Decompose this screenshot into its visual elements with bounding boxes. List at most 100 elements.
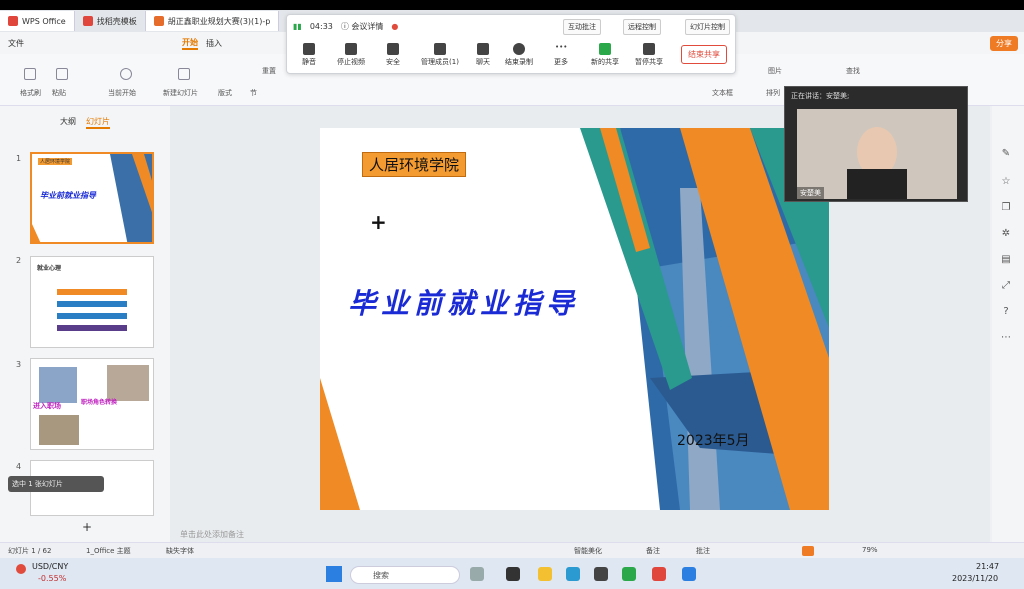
- tool-label: 聊天: [476, 58, 490, 66]
- wps-window: WPS Office 找稻壳模板 胡正鑫职业规划大赛(3)(1)-p 文件 开始…: [0, 10, 1024, 589]
- tab-slides[interactable]: 幻灯片: [86, 116, 110, 129]
- slide-date: 2023年5月: [677, 433, 750, 449]
- ppt-icon: [153, 16, 164, 26]
- slide-control-button[interactable]: 幻灯片控制: [685, 19, 730, 35]
- paste-button[interactable]: 粘贴: [52, 88, 66, 98]
- zoom-level[interactable]: 79%: [862, 546, 878, 554]
- slide-thumb-3[interactable]: 进入职场 职场角色转换: [30, 358, 154, 450]
- current-start-button[interactable]: 当前开始: [108, 88, 136, 98]
- clock-date: 2023/11/20: [952, 574, 999, 583]
- comment-button[interactable]: 批注: [696, 546, 710, 556]
- more-button[interactable]: ••• 更多: [541, 43, 581, 67]
- pause-icon: [643, 43, 655, 55]
- more-icon: •••: [555, 43, 568, 51]
- star-icon[interactable]: ☆: [1000, 176, 1012, 188]
- play-slideshow-icon[interactable]: [802, 546, 814, 556]
- new-share-button[interactable]: 新的共享: [585, 43, 625, 67]
- meeting-toolbar: ▮▮ 04:33 ⓘ 会议详情 ● 互动批注 远程控制 幻灯片控制 静音 停止视…: [286, 14, 736, 74]
- meeting-timer: 04:33: [309, 22, 333, 31]
- store-icon[interactable]: [594, 567, 608, 581]
- ticker-change: -0.55%: [38, 574, 67, 583]
- brush-icon: [24, 68, 36, 80]
- wechat-icon[interactable]: [622, 567, 636, 581]
- arrange-button[interactable]: 排列: [766, 88, 780, 98]
- stop-video-button[interactable]: 停止视频: [331, 43, 371, 67]
- wps-logo-icon: [8, 16, 18, 26]
- tab-document[interactable]: 胡正鑫职业规划大赛(3)(1)-p: [145, 11, 280, 31]
- beautify-button[interactable]: 智能美化: [574, 546, 602, 556]
- tool-label: 管理成员(1): [421, 58, 459, 66]
- wps-taskbar-icon[interactable]: [652, 567, 666, 581]
- tool-label: 暂停共享: [635, 58, 663, 66]
- share-button[interactable]: 分享: [990, 36, 1018, 51]
- menu-insert[interactable]: 插入: [206, 38, 222, 49]
- thumb-bar: [57, 313, 127, 319]
- menu-file[interactable]: 文件: [8, 38, 24, 49]
- slide-canvas[interactable]: 人居环境学院 毕业前就业指导 2023年5月: [320, 128, 829, 510]
- participant-name: 安楚美: [797, 187, 824, 199]
- notes-placeholder[interactable]: 单击此处添加备注: [180, 529, 244, 540]
- tool-label: 停止视频: [337, 58, 365, 66]
- notification-icon: [16, 564, 26, 574]
- taskbar: USD/CNY -0.55% 搜索 21:47 2023/11/20: [0, 558, 1024, 589]
- chat-button[interactable]: 聊天: [463, 43, 503, 67]
- help-icon[interactable]: ?: [1000, 306, 1012, 318]
- tools-icon[interactable]: ✲: [1000, 228, 1012, 240]
- reset-button[interactable]: 重置: [262, 66, 276, 76]
- search-box[interactable]: 搜索: [350, 566, 460, 584]
- new-slide-button[interactable]: 新建幻灯片: [163, 88, 198, 98]
- layout-button[interactable]: 版式: [218, 88, 232, 98]
- slide-thumb-1[interactable]: 毕业前就业指导 人居环境学院: [30, 152, 154, 244]
- template-icon: [82, 16, 93, 26]
- pause-share-button[interactable]: 暂停共享: [629, 43, 669, 67]
- app-icon[interactable]: [506, 567, 520, 581]
- tab-label: WPS Office: [22, 16, 66, 26]
- security-button[interactable]: 安全: [373, 43, 413, 67]
- tab-template[interactable]: 找稻壳模板: [75, 11, 146, 31]
- tab-wps-office[interactable]: WPS Office: [0, 11, 75, 31]
- add-slide-button[interactable]: +: [82, 520, 92, 534]
- section-button[interactable]: 节: [250, 88, 257, 98]
- thumb-bar: [57, 289, 127, 295]
- end-recording-button[interactable]: 结束录制: [499, 43, 539, 67]
- folder-icon[interactable]: [538, 567, 552, 581]
- mute-button[interactable]: 静音: [289, 43, 329, 67]
- manage-members-button[interactable]: 管理成员(1): [417, 43, 463, 67]
- chat-icon: [477, 43, 489, 55]
- resize-icon[interactable]: ⤢: [1000, 280, 1012, 292]
- tool-label: 结束录制: [505, 58, 533, 66]
- thumb-bar: [57, 325, 127, 331]
- end-share-button[interactable]: 结束共享: [681, 45, 727, 64]
- theme-label[interactable]: 1_Office 主题: [86, 546, 131, 556]
- meeting-taskbar-icon[interactable]: [682, 567, 696, 581]
- ticker-label[interactable]: USD/CNY: [32, 562, 68, 571]
- format-icon[interactable]: ✎: [1000, 148, 1012, 160]
- tab-outline[interactable]: 大纲: [60, 116, 76, 127]
- thumb-tag: 人居环境学院: [38, 158, 73, 165]
- interact-annotate-button[interactable]: 互动批注: [563, 19, 601, 35]
- edge-icon[interactable]: [566, 567, 580, 581]
- menu-start[interactable]: 开始: [182, 37, 198, 50]
- slide-counter: 幻灯片 1 / 62: [8, 547, 52, 555]
- book-icon[interactable]: ▤: [1000, 254, 1012, 266]
- clipboard-icon: [56, 68, 68, 80]
- task-view-icon[interactable]: [470, 567, 484, 581]
- find-button[interactable]: 查找: [846, 66, 860, 76]
- copy-icon[interactable]: ❐: [1000, 202, 1012, 214]
- format-painter-button[interactable]: 格式刷: [20, 88, 41, 98]
- missing-font-label[interactable]: 缺失字体: [166, 546, 194, 556]
- start-icon[interactable]: [326, 566, 342, 582]
- picture-button[interactable]: 图片: [768, 66, 782, 76]
- selection-toast: 选中 1 张幻灯片: [8, 476, 104, 492]
- slide-thumb-2[interactable]: 就业心理: [30, 256, 154, 348]
- clock-time: 21:47: [976, 562, 1000, 571]
- thumb-photo: [39, 415, 79, 445]
- speaking-label: 正在讲话：安楚美;: [791, 92, 850, 100]
- textbox-button[interactable]: 文本框: [712, 88, 733, 98]
- meeting-detail[interactable]: ⓘ 会议详情: [341, 21, 384, 32]
- video-window[interactable]: 正在讲话：安楚美; 安楚美: [784, 86, 968, 202]
- notes-button[interactable]: 备注: [646, 546, 660, 556]
- school-label: 人居环境学院: [362, 152, 467, 177]
- remote-control-button[interactable]: 远程控制: [623, 19, 661, 35]
- more-icon[interactable]: ⋯: [1000, 332, 1012, 344]
